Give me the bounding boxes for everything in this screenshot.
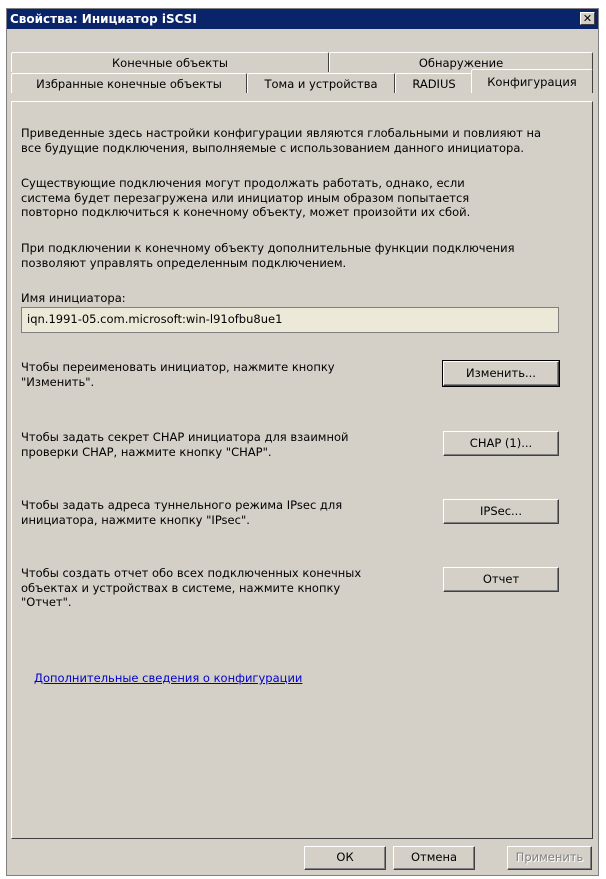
cancel-button[interactable]: Отмена: [393, 846, 475, 870]
more-info-link[interactable]: Дополнительные сведения о конфигурации: [34, 671, 302, 685]
title-bar: Свойства: Инициатор iSCSI ✕: [7, 9, 598, 29]
tab-favorite-targets[interactable]: Избранные конечные объекты: [11, 73, 247, 93]
initiator-name-label: Имя инициатора:: [21, 291, 126, 305]
ipsec-instructions: Чтобы задать адреса туннельного режима I…: [21, 498, 343, 527]
change-button[interactable]: Изменить...: [442, 360, 560, 387]
tab-targets[interactable]: Конечные объекты: [11, 52, 329, 72]
intro-text: Приведенные здесь настройки конфигурации…: [21, 126, 542, 155]
tab-radius[interactable]: RADIUS: [395, 73, 473, 93]
window-title: Свойства: Инициатор iSCSI: [10, 12, 197, 26]
advanced-features-text: При подключении к конечному объекту допо…: [21, 241, 515, 270]
report-instructions: Чтобы создать отчет обо всех подключенны…: [21, 566, 362, 609]
chap-instructions: Чтобы задать секрет CHAP инициатора для …: [21, 430, 349, 459]
apply-button[interactable]: Применить: [507, 846, 592, 870]
configuration-panel: Приведенные здесь настройки конфигурации…: [11, 101, 593, 839]
tab-volumes-devices[interactable]: Тома и устройства: [247, 73, 395, 93]
chap-button[interactable]: CHAP (1)...: [443, 431, 559, 456]
tab-configuration[interactable]: Конфигурация: [471, 69, 593, 93]
existing-connections-text: Существующие подключения могут продолжат…: [21, 176, 471, 219]
report-button[interactable]: Отчет: [443, 567, 559, 592]
iscsi-properties-dialog: Свойства: Инициатор iSCSI ✕ Конечные объ…: [6, 8, 599, 876]
initiator-name-field: iqn.1991-05.com.microsoft:win-l91ofbu8ue…: [21, 307, 559, 333]
ipsec-button[interactable]: IPSec...: [443, 499, 559, 524]
ok-button[interactable]: ОК: [304, 846, 386, 870]
close-button[interactable]: ✕: [580, 12, 595, 25]
rename-instructions: Чтобы переименовать инициатор, нажмите к…: [21, 360, 335, 389]
